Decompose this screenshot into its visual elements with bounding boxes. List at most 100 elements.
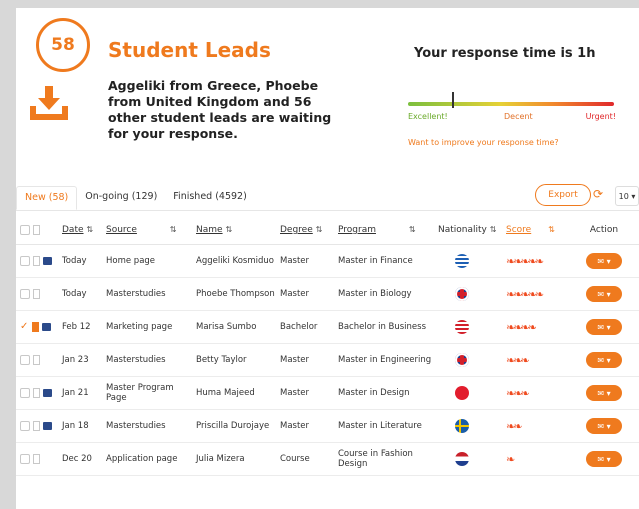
score-rating: ❧ [506, 452, 515, 466]
bookmark-icon[interactable] [33, 387, 40, 398]
message-icon[interactable] [42, 322, 51, 331]
tab-new[interactable]: New (58) [16, 186, 78, 210]
bookmark-icon[interactable] [33, 420, 40, 431]
row-controls [16, 277, 61, 311]
score-rating: ❧❧❧❧❧ [506, 254, 544, 268]
row-controls [16, 343, 61, 377]
bookmark-icon[interactable] [33, 354, 40, 365]
tab-finished[interactable]: Finished (4592) [165, 186, 255, 210]
row-checkbox[interactable] [20, 387, 30, 398]
refresh-icon[interactable]: ⟳ [593, 188, 605, 200]
table-row[interactable]: Today Masterstudies Phoebe Thompson Mast… [16, 277, 639, 311]
row-checkbox[interactable]: ✓ [20, 322, 29, 332]
cell-nationality [437, 376, 505, 410]
row-checkbox[interactable] [20, 255, 30, 266]
cell-source: Home page [105, 244, 195, 278]
response-time-title: Your response time is 1h [414, 46, 596, 61]
reply-action-button[interactable]: ✉ ▾ [586, 352, 622, 368]
tab-ongoing[interactable]: On-going (129) [77, 186, 165, 210]
row-checkbox[interactable] [20, 453, 30, 464]
row-controls [16, 376, 61, 410]
cell-score: ❧❧ [505, 409, 569, 443]
column-source[interactable]: Source ⇅ [105, 216, 195, 245]
cell-action: ✉ ▾ [569, 244, 639, 278]
leads-panel: 58 Student Leads Aggeliki from Greece, P… [16, 8, 639, 509]
reply-action-button[interactable]: ✉ ▾ [586, 385, 622, 401]
message-icon[interactable] [43, 256, 52, 265]
column-degree[interactable]: Degree ⇅ [279, 216, 337, 245]
export-button[interactable]: Export [535, 184, 591, 206]
column-score[interactable]: Score ⇅ [505, 216, 569, 245]
row-checkbox[interactable] [20, 354, 30, 365]
table-row[interactable]: Jan 21 Master Program Page Huma Majeed M… [16, 376, 639, 410]
netherlands-flag-icon [455, 452, 469, 466]
score-rating: ❧❧❧❧ [506, 320, 537, 334]
cell-date: Jan 23 [61, 343, 105, 377]
uk-flag-icon [455, 287, 469, 301]
reply-action-button[interactable]: ✉ ▾ [586, 319, 622, 335]
table-row[interactable]: Dec 20 Application page Julia Mizera Cou… [16, 442, 639, 476]
uk-flag-icon [455, 353, 469, 367]
per-page-select[interactable]: 10 ▾ [615, 186, 639, 206]
column-date[interactable]: Date ⇅ [61, 216, 105, 245]
cell-name[interactable]: Huma Majeed [195, 376, 279, 410]
cell-name[interactable]: Priscilla Durojaye [195, 409, 279, 443]
reply-action-button[interactable]: ✉ ▾ [586, 418, 622, 434]
cell-name[interactable]: Aggeliki Kosmiduo [195, 244, 279, 278]
reply-action-button[interactable]: ✉ ▾ [586, 253, 622, 269]
reply-action-button[interactable]: ✉ ▾ [586, 451, 622, 467]
cell-nationality [437, 343, 505, 377]
leads-table: Date ⇅ Source ⇅ Name ⇅ Degree ⇅ Program … [16, 216, 639, 476]
cell-degree: Bachelor [279, 310, 337, 344]
message-icon[interactable] [43, 388, 52, 397]
cell-name[interactable]: Julia Mizera [195, 442, 279, 476]
row-checkbox[interactable] [20, 420, 30, 431]
bookmark-icon[interactable] [33, 255, 40, 266]
sweden-flag-icon [455, 419, 469, 433]
column-name[interactable]: Name ⇅ [195, 216, 279, 245]
column-action: Action [569, 216, 639, 245]
bookmark-icon[interactable] [33, 288, 40, 299]
cell-action: ✉ ▾ [569, 277, 639, 311]
cell-program: Bachelor in Business [337, 310, 437, 344]
column-nationality[interactable]: Nationality ⇅ [437, 216, 505, 245]
cell-name[interactable]: Betty Taylor [195, 343, 279, 377]
cell-name[interactable]: Marisa Sumbo [195, 310, 279, 344]
row-controls [16, 442, 61, 476]
table-row[interactable]: Jan 18 Masterstudies Priscilla Durojaye … [16, 409, 639, 443]
cell-nationality [437, 277, 505, 311]
bookmark-icon[interactable] [33, 453, 40, 464]
cell-program: Master in Literature [337, 409, 437, 443]
row-checkbox[interactable] [20, 288, 30, 299]
cell-source: Masterstudies [105, 343, 195, 377]
table-header-row: Date ⇅ Source ⇅ Name ⇅ Degree ⇅ Program … [16, 216, 639, 245]
table-row[interactable]: Jan 23 Masterstudies Betty Taylor Master… [16, 343, 639, 377]
leads-description: Aggeliki from Greece, Phoebe from United… [108, 78, 332, 141]
cell-score: ❧❧❧ [505, 343, 569, 377]
cell-program: Master in Design [337, 376, 437, 410]
response-time-box: Your response time is 1h Excellent! Dece… [406, 34, 616, 147]
cell-program: Master in Finance [337, 244, 437, 278]
cell-action: ✉ ▾ [569, 343, 639, 377]
gauge-label-urgent: Urgent! [585, 112, 616, 121]
response-time-marker [452, 92, 454, 108]
reply-action-button[interactable]: ✉ ▾ [586, 286, 622, 302]
select-all-checkbox[interactable] [20, 224, 30, 235]
cell-source: Masterstudies [105, 277, 195, 311]
table-row[interactable]: Today Home page Aggeliki Kosmiduo Master… [16, 244, 639, 278]
cell-degree: Master [279, 409, 337, 443]
usa-flag-icon [455, 320, 469, 334]
tabs-divider [16, 210, 639, 211]
lead-tabs: New (58) On-going (129) Finished (4592) [16, 186, 255, 210]
cell-name[interactable]: Phoebe Thompson [195, 277, 279, 311]
column-program[interactable]: Program ⇅ [337, 216, 437, 245]
message-icon[interactable] [43, 421, 52, 430]
improve-response-link[interactable]: Want to improve your response time? [408, 138, 559, 147]
cell-action: ✉ ▾ [569, 310, 639, 344]
cell-source: Master Program Page [105, 376, 195, 410]
table-row[interactable]: ✓ Feb 12 Marketing page Marisa Sumbo Bac… [16, 310, 639, 344]
cell-date: Feb 12 [61, 310, 105, 344]
cell-nationality [437, 442, 505, 476]
cell-date: Jan 21 [61, 376, 105, 410]
bookmark-icon[interactable] [32, 321, 39, 332]
